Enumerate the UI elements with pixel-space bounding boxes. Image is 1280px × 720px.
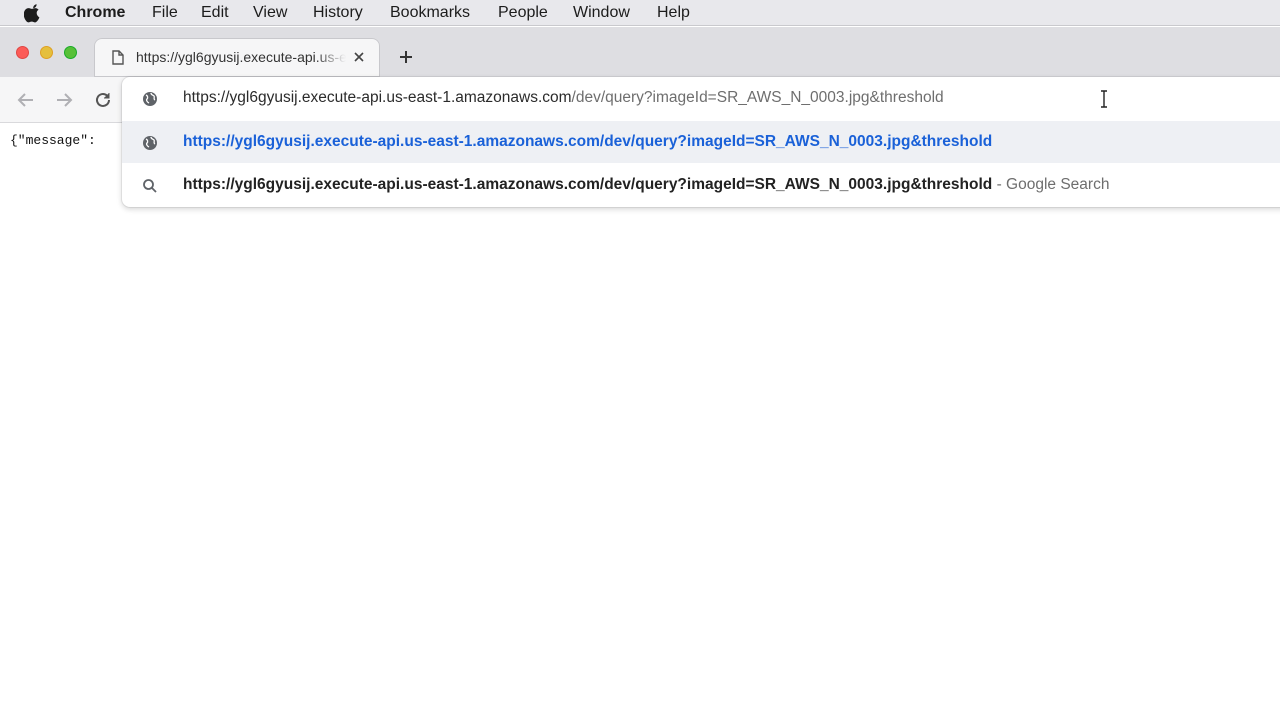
document-icon xyxy=(112,50,124,65)
address-bar-path: /dev/query?imageId=SR_AWS_N_0003.jpg&thr… xyxy=(571,89,944,106)
tab-close-icon[interactable] xyxy=(352,50,366,64)
menu-view[interactable]: View xyxy=(253,4,287,22)
json-response-text: {"message": xyxy=(10,133,96,148)
menu-help[interactable]: Help xyxy=(657,4,690,22)
suggestion-url-text: https://ygl6gyusij.execute-api.us-east-1… xyxy=(183,133,993,150)
tab-title: https://ygl6gyusij.execute-api.us-east-1… xyxy=(136,49,346,65)
forward-arrow-icon[interactable] xyxy=(54,90,74,110)
suggestion-search-suffix: - Google Search xyxy=(996,176,1110,193)
globe-icon xyxy=(143,136,157,150)
text-cursor-icon xyxy=(1101,90,1107,108)
browser-tab[interactable]: https://ygl6gyusij.execute-api.us-east-1… xyxy=(94,38,380,77)
menu-bar: Chrome File Edit View History Bookmarks … xyxy=(0,0,1280,26)
menu-people[interactable]: People xyxy=(498,4,548,22)
apple-logo-icon[interactable] xyxy=(24,3,42,23)
suggestion-search-text: https://ygl6gyusij.execute-api.us-east-1… xyxy=(183,176,1109,194)
window-minimize-button[interactable] xyxy=(40,46,53,59)
menu-app-chrome[interactable]: Chrome xyxy=(65,4,125,22)
menu-history[interactable]: History xyxy=(313,4,363,22)
window-zoom-button[interactable] xyxy=(64,46,77,59)
menu-edit[interactable]: Edit xyxy=(201,4,229,22)
suggestion-search-query: https://ygl6gyusij.execute-api.us-east-1… xyxy=(183,176,993,193)
reload-icon[interactable] xyxy=(93,90,113,110)
menu-bookmarks[interactable]: Bookmarks xyxy=(390,4,470,22)
address-bar-text: https://ygl6gyusij.execute-api.us-east-1… xyxy=(183,89,944,107)
menu-file[interactable]: File xyxy=(152,4,178,22)
new-tab-icon[interactable] xyxy=(398,49,414,65)
omnibox-suggestion-url[interactable]: https://ygl6gyusij.execute-api.us-east-1… xyxy=(122,121,1280,163)
address-bar-host: https://ygl6gyusij.execute-api.us-east-1… xyxy=(183,89,572,106)
back-arrow-icon[interactable] xyxy=(16,90,36,110)
window-close-button[interactable] xyxy=(16,46,29,59)
globe-icon xyxy=(143,92,157,106)
omnibox-suggestion-search[interactable]: https://ygl6gyusij.execute-api.us-east-1… xyxy=(122,164,1280,206)
menu-window[interactable]: Window xyxy=(573,4,630,22)
search-icon xyxy=(143,179,157,193)
